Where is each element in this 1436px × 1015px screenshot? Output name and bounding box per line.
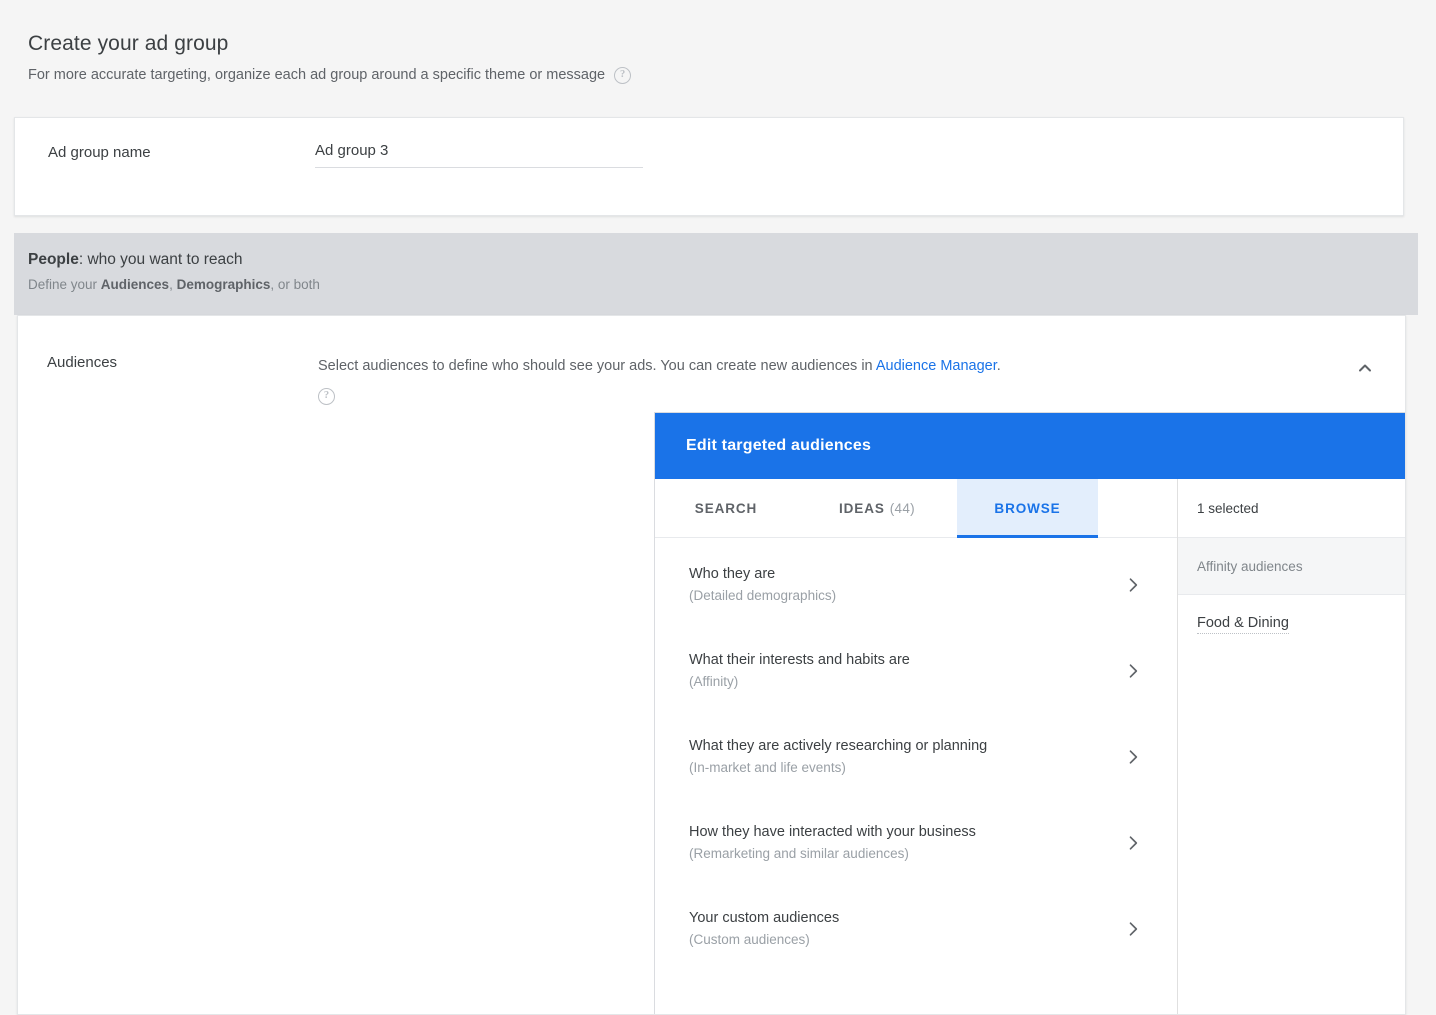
browse-item-custom-audiences[interactable]: Your custom audiences (Custom audiences) bbox=[655, 886, 1177, 972]
audiences-body: Select audiences to define who should se… bbox=[318, 316, 1405, 1014]
chevron-right-icon bbox=[1123, 747, 1143, 767]
people-title: People: who you want to reach bbox=[28, 249, 1418, 271]
chevron-right-icon bbox=[1123, 833, 1143, 853]
tab-ideas[interactable]: IDEAS (44) bbox=[797, 479, 957, 537]
people-title-rest: : who you want to reach bbox=[78, 251, 243, 268]
chevron-right-icon bbox=[1123, 575, 1143, 595]
people-subtitle-audiences: Audiences bbox=[100, 277, 170, 292]
audiences-card: Audiences Select audiences to define who… bbox=[17, 315, 1406, 1015]
people-subtitle-mid: , bbox=[169, 277, 177, 292]
browse-item-text: Who they are (Detailed demographics) bbox=[689, 564, 1123, 606]
dialog-tabs: SEARCH IDEAS (44) BROWSE bbox=[655, 479, 1177, 538]
audiences-description: Select audiences to define who should se… bbox=[318, 316, 1358, 405]
browse-item-who-they-are[interactable]: Who they are (Detailed demographics) bbox=[655, 542, 1177, 628]
browse-item-interacted-with-business[interactable]: How they have interacted with your busin… bbox=[655, 800, 1177, 886]
page-subtitle: For more accurate targeting, organize ea… bbox=[28, 67, 606, 83]
tab-search-label: SEARCH bbox=[694, 500, 758, 516]
browse-item-text: What they are actively researching or pl… bbox=[689, 736, 1123, 778]
browse-item-title: What their interests and habits are bbox=[689, 652, 910, 668]
browse-item-subtitle: (Detailed demographics) bbox=[689, 588, 837, 603]
selected-count-label: 1 selected bbox=[1197, 500, 1259, 516]
tab-ideas-label: IDEAS bbox=[839, 500, 885, 516]
help-circle-icon[interactable]: ? bbox=[614, 66, 632, 84]
dialog-panels: SEARCH IDEAS (44) BROWSE Who they are (D… bbox=[655, 479, 1405, 1014]
browse-item-title: How they have interacted with your busin… bbox=[689, 824, 976, 840]
people-title-bold: People bbox=[28, 251, 79, 268]
page-subtitle-row: For more accurate targeting, organize ea… bbox=[28, 64, 1436, 86]
browse-item-subtitle: (In-market and life events) bbox=[689, 760, 846, 775]
tab-ideas-count: (44) bbox=[889, 500, 915, 516]
audiences-help-row: ? bbox=[318, 383, 1298, 405]
browse-item-title: What they are actively researching or pl… bbox=[689, 738, 988, 754]
tab-browse-label: BROWSE bbox=[994, 500, 1061, 516]
browse-item-subtitle: (Custom audiences) bbox=[689, 932, 810, 947]
people-subtitle-suffix: , or both bbox=[270, 277, 320, 292]
dialog-title: Edit targeted audiences bbox=[686, 437, 872, 454]
ad-group-name-card: Ad group name bbox=[14, 117, 1404, 216]
audiences-description-suffix: . bbox=[996, 358, 1001, 374]
audiences-label: Audiences bbox=[47, 354, 118, 371]
chevron-right-icon bbox=[1123, 919, 1143, 939]
tab-search[interactable]: SEARCH bbox=[655, 479, 797, 537]
browse-category-list: Who they are (Detailed demographics) Wha… bbox=[655, 538, 1177, 1014]
selected-group-name: Affinity audiences bbox=[1197, 558, 1303, 574]
browse-item-title: Who they are bbox=[689, 566, 776, 582]
people-section-header: People: who you want to reach Define you… bbox=[14, 233, 1418, 315]
browse-item-title: Your custom audiences bbox=[689, 910, 840, 926]
people-subtitle-prefix: Define your bbox=[28, 277, 101, 292]
selected-audience-name: Food & Dining bbox=[1197, 615, 1289, 634]
ad-group-name-field-wrap bbox=[315, 118, 643, 168]
edit-targeted-audiences-dialog: Edit targeted audiences DONE SEARCH IDEA… bbox=[654, 412, 1405, 1014]
ad-group-name-input[interactable] bbox=[315, 142, 643, 168]
browse-item-subtitle: (Remarketing and similar audiences) bbox=[689, 846, 909, 861]
browse-panel: SEARCH IDEAS (44) BROWSE Who they are (D… bbox=[655, 479, 1178, 1014]
dialog-header: Edit targeted audiences DONE bbox=[655, 413, 1405, 479]
selected-group-header-affinity: Affinity audiences bbox=[1178, 538, 1405, 595]
selected-summary-bar: 1 selected CLEAR ALL bbox=[1178, 479, 1405, 538]
people-subtitle-demographics: Demographics bbox=[176, 277, 271, 292]
page-header: Create your ad group For more accurate t… bbox=[0, 0, 1436, 86]
browse-item-actively-researching[interactable]: What they are actively researching or pl… bbox=[655, 714, 1177, 800]
ad-group-name-label: Ad group name bbox=[48, 144, 151, 161]
browse-item-text: What their interests and habits are (Aff… bbox=[689, 650, 1123, 692]
chevron-up-icon[interactable] bbox=[1353, 356, 1377, 380]
page-title: Create your ad group bbox=[28, 32, 229, 55]
tab-browse[interactable]: BROWSE bbox=[957, 479, 1098, 538]
browse-item-text: Your custom audiences (Custom audiences) bbox=[689, 908, 1123, 950]
people-subtitle: Define your Audiences, Demographics, or … bbox=[28, 275, 1418, 295]
selected-audience-row: Food & Dining bbox=[1178, 595, 1405, 653]
selected-audiences-panel: 1 selected CLEAR ALL Affinity audiences … bbox=[1178, 479, 1405, 1014]
chevron-right-icon bbox=[1123, 661, 1143, 681]
browse-item-text: How they have interacted with your busin… bbox=[689, 822, 1123, 864]
browse-item-subtitle: (Affinity) bbox=[689, 674, 739, 689]
browse-item-interests-and-habits[interactable]: What their interests and habits are (Aff… bbox=[655, 628, 1177, 714]
audience-manager-link[interactable]: Audience Manager bbox=[876, 358, 997, 374]
help-circle-icon[interactable]: ? bbox=[318, 388, 335, 405]
audiences-description-prefix: Select audiences to define who should se… bbox=[318, 358, 876, 374]
